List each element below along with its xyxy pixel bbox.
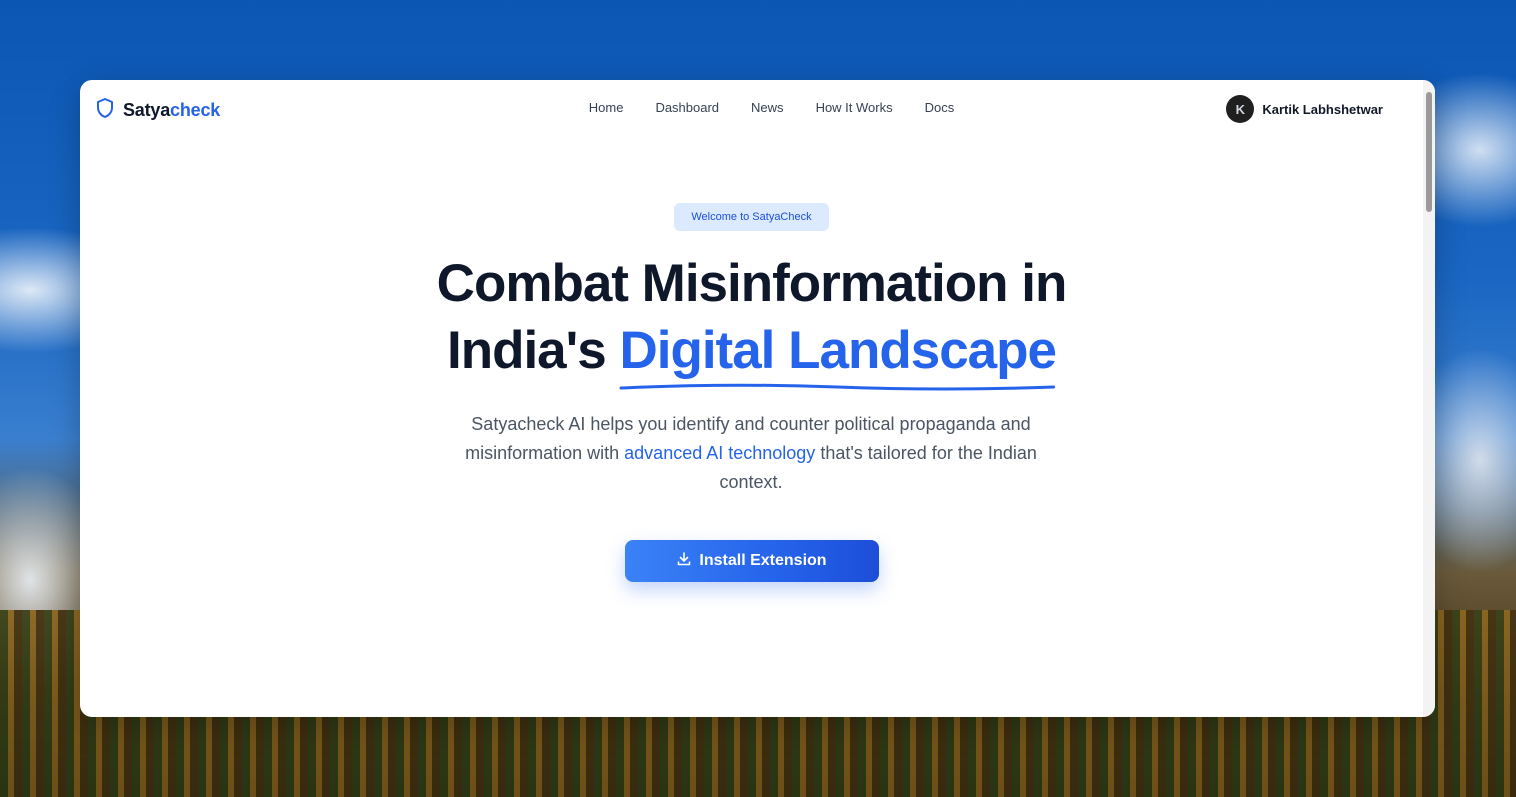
download-icon bbox=[677, 551, 691, 571]
user-name: Kartik Labhshetwar bbox=[1262, 101, 1383, 117]
install-extension-button[interactable]: Install Extension bbox=[625, 540, 879, 582]
page-scrollbar[interactable] bbox=[1423, 80, 1435, 717]
headline-accent-text: Digital Landscape bbox=[619, 321, 1057, 380]
nav-docs-link[interactable]: Docs bbox=[925, 100, 955, 115]
browser-window: Satyacheck Home Dashboard News How It Wo… bbox=[80, 80, 1435, 717]
hero-subtext: Satyacheck AI helps you identify and cou… bbox=[446, 410, 1056, 497]
nav-how-it-works-link[interactable]: How It Works bbox=[816, 100, 893, 115]
underline-swoosh-icon bbox=[619, 383, 1056, 391]
headline-accent: Digital Landscape bbox=[619, 317, 1057, 391]
welcome-badge: Welcome to SatyaCheck bbox=[674, 203, 829, 231]
nav-news-link[interactable]: News bbox=[751, 100, 784, 115]
top-navbar: Satyacheck Home Dashboard News How It Wo… bbox=[80, 80, 1423, 138]
headline-line-1: Combat Misinformation in bbox=[436, 254, 1068, 313]
nav-home-link[interactable]: Home bbox=[589, 100, 624, 115]
hero-headline: Combat Misinformation in India's Digital… bbox=[80, 250, 1423, 391]
scrollbar-thumb[interactable] bbox=[1426, 92, 1432, 212]
nav-dashboard-link[interactable]: Dashboard bbox=[655, 100, 719, 115]
avatar-initial: K bbox=[1235, 101, 1246, 117]
install-extension-label: Install Extension bbox=[699, 552, 827, 569]
user-avatar[interactable]: K bbox=[1226, 95, 1255, 123]
user-menu[interactable]: K Kartik Labhshetwar bbox=[1226, 95, 1383, 123]
advanced-ai-link[interactable]: advanced AI technology bbox=[624, 443, 815, 463]
headline-line-2-prefix: India's bbox=[446, 321, 620, 380]
shield-icon bbox=[95, 97, 115, 124]
